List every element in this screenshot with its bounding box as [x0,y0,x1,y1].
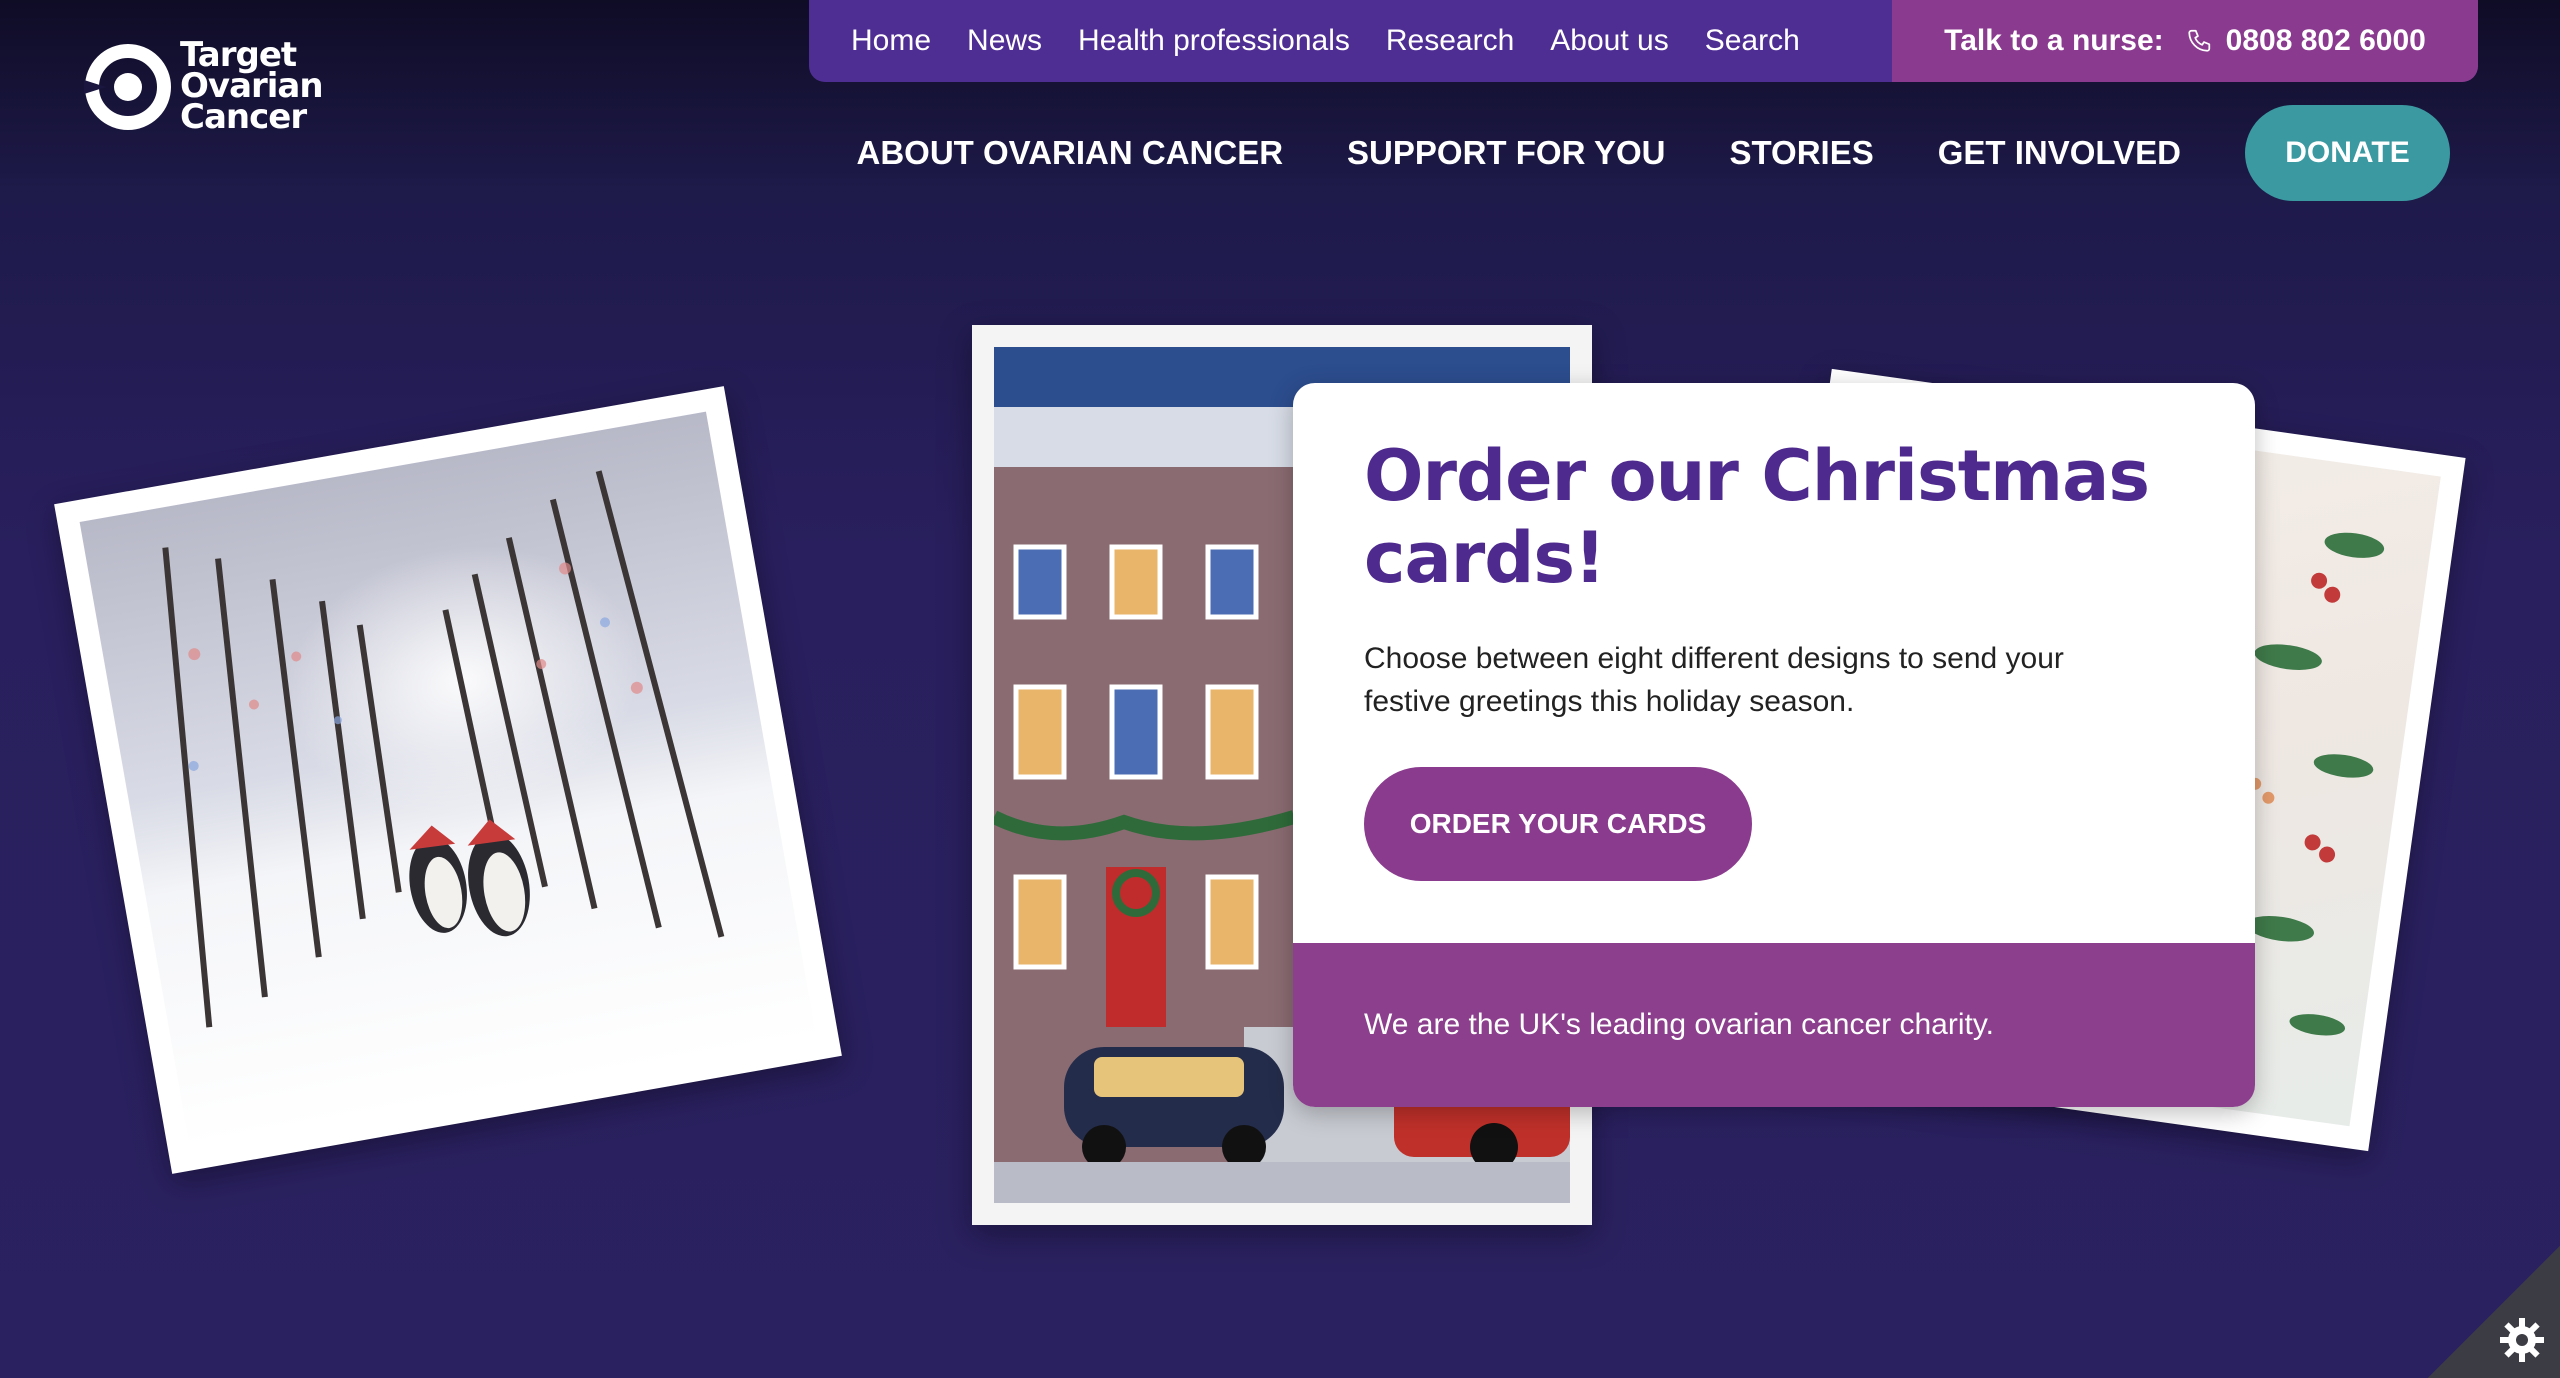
nurse-phone-link[interactable]: 0808 802 6000 [2186,24,2426,58]
cookie-settings-icon [2500,1318,2544,1362]
nav-stories[interactable]: STORIES [1729,134,1873,172]
promo-body: Order our Christmas cards! Choose betwee… [1293,383,2255,943]
charity-tagline: We are the UK's leading ovarian cancer c… [1364,1008,1994,1041]
site-logo[interactable]: Target Ovarian Cancer [84,38,324,137]
logo-line: Cancer [180,97,307,137]
promo-footer: We are the UK's leading ovarian cancer c… [1293,943,2255,1107]
utility-link-health-professionals[interactable]: Health professionals [1078,24,1350,58]
utility-link-search[interactable]: Search [1705,24,1800,58]
donate-button[interactable]: DONATE [2245,105,2450,201]
nav-about-ovarian-cancer[interactable]: ABOUT OVARIAN CANCER [856,134,1283,172]
order-cards-button[interactable]: ORDER YOUR CARDS [1364,767,1752,881]
nurse-label: Talk to a nurse: [1944,24,2164,57]
nav-support-for-you[interactable]: SUPPORT FOR YOU [1347,134,1665,172]
card-image-penguins [54,386,842,1174]
nurse-line: Talk to a nurse: 0808 802 6000 [1892,0,2478,82]
cookie-settings-button[interactable] [2428,1246,2560,1378]
utility-bar: Home News Health professionals Research … [809,0,2478,82]
utility-link-about-us[interactable]: About us [1550,24,1668,58]
nav-get-involved[interactable]: GET INVOLVED [1938,134,2181,172]
logo-ring-icon [84,43,171,130]
phone-icon [2188,29,2210,52]
main-nav: ABOUT OVARIAN CANCER SUPPORT FOR YOU STO… [856,105,2450,201]
utility-link-research[interactable]: Research [1386,24,1514,58]
utility-link-news[interactable]: News [967,24,1042,58]
christmas-cards-promo: Order our Christmas cards! Choose betwee… [1293,383,2255,1107]
utility-link-home[interactable]: Home [851,24,931,58]
logo-wordmark: Target Ovarian Cancer [180,38,324,137]
nurse-phone-number: 0808 802 6000 [2225,24,2426,57]
promo-description: Choose between eight different designs t… [1364,642,2064,718]
promo-title: Order our Christmas cards! [1364,435,2150,599]
utility-nav: Home News Health professionals Research … [809,0,1892,82]
